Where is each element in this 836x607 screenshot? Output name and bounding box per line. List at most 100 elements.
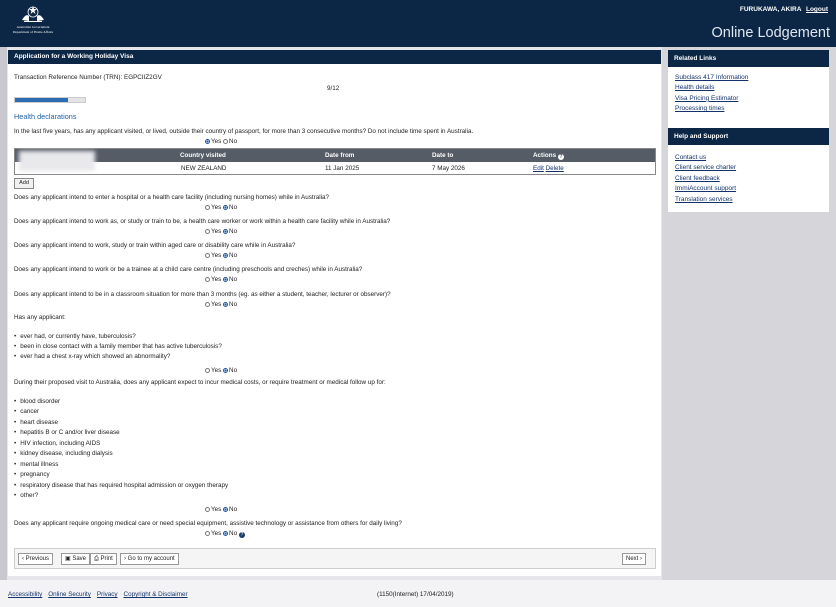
add-button[interactable]: Add bbox=[14, 178, 34, 189]
save-button[interactable]: ▣ Save bbox=[61, 553, 91, 565]
yes-label: Yes bbox=[211, 530, 222, 537]
print-label: Print bbox=[100, 556, 113, 562]
form-header: Application for a Working Holiday Visa bbox=[8, 50, 661, 64]
app-title: Online Lodgement bbox=[711, 25, 831, 41]
list-item: HIV infection, including AIDS bbox=[14, 440, 100, 447]
progress-fill bbox=[15, 98, 68, 102]
related-link[interactable]: Visa Pricing Estimator bbox=[675, 94, 829, 104]
visited-yes-radio[interactable] bbox=[205, 139, 210, 144]
save-icon: ▣ bbox=[65, 556, 71, 562]
question-health-worker: Does any applicant intend to work as, or… bbox=[14, 218, 391, 225]
health-worker-yes-radio[interactable] bbox=[205, 229, 210, 234]
aged-care-options: Yes No bbox=[205, 252, 237, 259]
help-icon[interactable]: ? bbox=[557, 154, 564, 160]
country-cell: NEW ZEALAND bbox=[181, 165, 227, 172]
no-label: No bbox=[229, 530, 238, 537]
list-item: respiratory disease that has required ho… bbox=[14, 482, 228, 489]
aged-care-yes-radio[interactable] bbox=[205, 253, 210, 258]
yes-label: Yes bbox=[211, 138, 222, 145]
health-worker-options: Yes No bbox=[205, 228, 237, 235]
yes-label: Yes bbox=[211, 204, 222, 211]
delete-link[interactable]: Delete bbox=[546, 165, 564, 172]
question-aged-care: Does any applicant intend to work, study… bbox=[14, 242, 296, 249]
hospital-no-radio[interactable] bbox=[223, 205, 229, 210]
related-link[interactable]: Subclass 417 Information bbox=[675, 73, 829, 83]
yes-label: Yes bbox=[211, 506, 222, 513]
medical-costs-options: Yes No bbox=[205, 506, 237, 513]
child-care-yes-radio[interactable] bbox=[205, 277, 210, 282]
list-item: been in close contact with a family memb… bbox=[14, 343, 222, 350]
help-link[interactable]: Client service charter bbox=[675, 163, 829, 173]
child-care-options: Yes No bbox=[205, 276, 237, 283]
no-label: No bbox=[229, 276, 238, 283]
page-footer: Accessibility Online Security Privacy Co… bbox=[0, 580, 836, 607]
table-header: Country visited Date from Date to Action… bbox=[15, 149, 655, 162]
col-date-from: Date from bbox=[325, 152, 355, 159]
list-item: kidney disease, including dialysis bbox=[14, 450, 112, 457]
ongoing-care-yes-radio[interactable] bbox=[205, 531, 210, 536]
classroom-no-radio[interactable] bbox=[223, 302, 229, 307]
footer-link-copyright[interactable]: Copyright & Disclaimer bbox=[124, 591, 188, 598]
previous-arrow-icon: ‹ bbox=[22, 556, 24, 562]
tuberculosis-no-radio[interactable] bbox=[223, 368, 229, 373]
visited-overseas-options: Yes No bbox=[205, 138, 237, 145]
top-banner: Australian Government Department of Home… bbox=[0, 0, 836, 47]
logout-link[interactable]: Logout bbox=[806, 6, 828, 13]
go-to-account-button[interactable]: › Go to my account bbox=[120, 553, 179, 565]
list-item: ever had, or currently have, tuberculosi… bbox=[14, 333, 136, 340]
list-item: blood disorder bbox=[14, 398, 60, 405]
ongoing-care-options: Yes No ? bbox=[205, 530, 245, 538]
child-care-no-radio[interactable] bbox=[223, 277, 229, 282]
save-label: Save bbox=[72, 556, 87, 562]
build-info: (1150(Internet) 17/04/2019) bbox=[377, 591, 454, 598]
date-from-cell: 11 Jan 2025 bbox=[325, 165, 360, 172]
list-item: mental illness bbox=[14, 461, 58, 468]
medical-costs-no-radio[interactable] bbox=[223, 507, 229, 512]
next-button[interactable]: Next › bbox=[622, 553, 647, 565]
footer-link-accessibility[interactable]: Accessibility bbox=[8, 591, 42, 598]
help-icon[interactable]: ? bbox=[238, 532, 245, 538]
hospital-options: Yes No bbox=[205, 204, 237, 211]
print-button[interactable]: ⎙ Print bbox=[90, 553, 117, 565]
date-to-cell: 7 May 2026 bbox=[432, 165, 465, 172]
list-item: other? bbox=[14, 492, 38, 499]
trn-label: Transaction Reference Number (TRN): EGPC… bbox=[14, 74, 162, 81]
no-label: No bbox=[229, 367, 238, 374]
chevron-right-icon: › bbox=[124, 556, 126, 562]
list-item: pregnancy bbox=[14, 471, 49, 478]
footer-link-privacy[interactable]: Privacy bbox=[97, 591, 118, 598]
classroom-yes-radio[interactable] bbox=[205, 302, 210, 307]
col-actions: Actions ? bbox=[533, 152, 564, 160]
yes-label: Yes bbox=[211, 367, 222, 374]
countries-visited-table: Country visited Date from Date to Action… bbox=[14, 148, 656, 175]
medical-costs-yes-radio[interactable] bbox=[205, 507, 210, 512]
help-link[interactable]: Client feedback bbox=[675, 174, 829, 184]
footer-link-online-security[interactable]: Online Security bbox=[48, 591, 91, 598]
help-link[interactable]: ImmiAccount support bbox=[675, 184, 829, 194]
visited-no-radio[interactable] bbox=[223, 139, 229, 144]
help-link[interactable]: Translation services bbox=[675, 195, 829, 205]
list-item: heart disease bbox=[14, 419, 58, 426]
tuberculosis-yes-radio[interactable] bbox=[205, 368, 210, 373]
user-area: FURUKAWA, AKIRA Logout bbox=[740, 6, 828, 13]
print-icon: ⎙ bbox=[94, 556, 99, 562]
question-tuberculosis-intro: Has any applicant: bbox=[14, 314, 66, 321]
list-item: cancer bbox=[14, 408, 39, 415]
previous-button[interactable]: ‹ Previous bbox=[18, 553, 54, 565]
edit-link[interactable]: Edit bbox=[533, 165, 544, 172]
aged-care-no-radio[interactable] bbox=[223, 253, 229, 258]
navigation-button-bar: ‹ Previous ▣ Save ⎙ Print › Go to my acc… bbox=[14, 548, 656, 569]
section-title: Health declarations bbox=[14, 112, 77, 121]
related-links-title: Related Links bbox=[668, 50, 829, 67]
related-link[interactable]: Processing times bbox=[675, 104, 829, 114]
agency-line-2: Department of Home Affairs bbox=[12, 29, 54, 34]
hospital-yes-radio[interactable] bbox=[205, 205, 210, 210]
related-link[interactable]: Health details bbox=[675, 83, 829, 93]
actions-cell: Edit Delete bbox=[533, 165, 564, 172]
ongoing-care-no-radio[interactable] bbox=[223, 531, 229, 536]
help-link[interactable]: Contact us bbox=[675, 153, 829, 163]
go-to-account-label: Go to my account bbox=[127, 556, 175, 562]
yes-label: Yes bbox=[211, 252, 222, 259]
health-worker-no-radio[interactable] bbox=[223, 229, 229, 234]
left-strip bbox=[0, 47, 7, 580]
